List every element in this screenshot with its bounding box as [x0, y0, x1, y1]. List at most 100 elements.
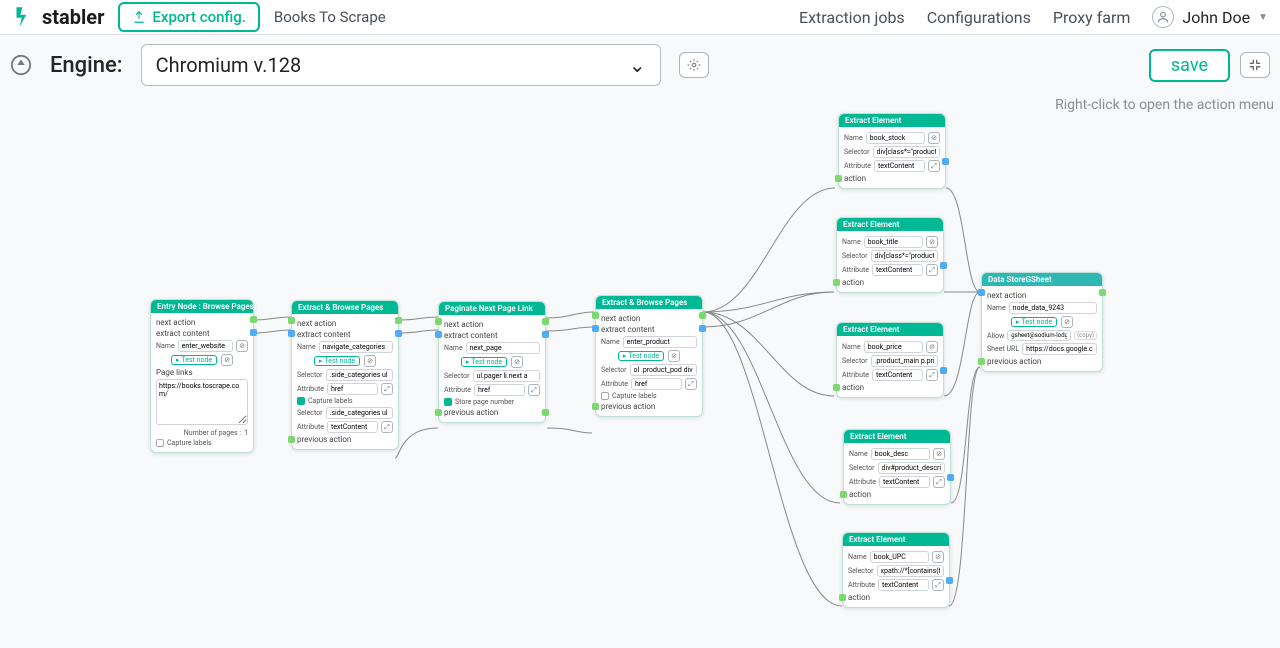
settings-icon[interactable]: ⊘: [511, 356, 523, 368]
expand-icon[interactable]: ⤢: [933, 476, 945, 488]
brand-text: stabler: [42, 5, 104, 29]
store-page-number-checkbox[interactable]: [444, 398, 452, 406]
node-enter-product[interactable]: Extract & Browse Pages next action extra…: [595, 295, 703, 417]
allow-input[interactable]: [1007, 330, 1071, 341]
port-label: previous action: [444, 408, 540, 417]
save-button[interactable]: save: [1149, 49, 1230, 82]
capture-labels-checkbox[interactable]: [297, 397, 305, 405]
expand-icon[interactable]: ⤢: [926, 264, 938, 276]
fullscreen-button[interactable]: [1240, 52, 1270, 78]
clear-icon[interactable]: ⊘: [926, 341, 938, 353]
node-paginate[interactable]: Paginate Next Page Link next action extr…: [438, 301, 546, 423]
node-book-desc[interactable]: Extract Element Name⊘ Selector Attribute…: [843, 429, 951, 505]
attribute-input[interactable]: [874, 160, 925, 172]
clear-icon[interactable]: ⊘: [928, 132, 940, 144]
selector-input[interactable]: [630, 364, 697, 376]
export-config-button[interactable]: Export config.: [118, 2, 259, 32]
field-label: Attribute: [297, 385, 324, 393]
nav-proxy-farm[interactable]: Proxy farm: [1053, 8, 1131, 27]
expand-icon[interactable]: ⤢: [381, 421, 393, 433]
checkbox-label: Store page number: [455, 398, 514, 406]
test-node-button[interactable]: ▸ Test node: [171, 355, 217, 365]
name-input[interactable]: [178, 340, 233, 352]
port-label: previous action: [601, 402, 697, 411]
selector-input[interactable]: [871, 250, 938, 262]
clear-icon[interactable]: ⊘: [236, 340, 248, 352]
name-input[interactable]: [319, 341, 393, 353]
name-input[interactable]: [864, 236, 923, 248]
attribute-input[interactable]: [878, 579, 929, 591]
field-label: Selector: [444, 372, 470, 380]
selector-input[interactable]: [326, 369, 393, 381]
clear-icon[interactable]: ⊘: [926, 236, 938, 248]
selector-input[interactable]: [877, 565, 944, 577]
settings-icon[interactable]: ⊘: [221, 354, 233, 366]
port-label: next action: [444, 320, 540, 329]
attribute-input[interactable]: [327, 421, 378, 433]
node-title: Extract & Browse Pages: [292, 301, 398, 314]
port-label: action: [842, 278, 938, 287]
attribute-input[interactable]: [879, 476, 930, 488]
attribute-input[interactable]: [327, 383, 378, 395]
node-book-price[interactable]: Extract Element Name⊘ Selector Attribute…: [836, 322, 944, 398]
port-label: extract content: [297, 330, 393, 339]
page-links-input[interactable]: [156, 379, 248, 425]
copy-badge[interactable]: (copy): [1074, 331, 1097, 340]
settings-icon[interactable]: ⊘: [1061, 316, 1073, 328]
settings-icon[interactable]: ⊘: [668, 350, 680, 362]
node-book-stock[interactable]: Extract Element Name⊘ Selector Attribute…: [838, 113, 946, 189]
selector-input[interactable]: [878, 462, 945, 474]
field-label: Attribute: [297, 423, 324, 431]
capture-labels-checkbox[interactable]: [601, 392, 609, 400]
attribute-input[interactable]: [474, 384, 525, 396]
nav-configurations[interactable]: Configurations: [927, 8, 1031, 27]
name-input[interactable]: [866, 132, 925, 144]
test-node-button[interactable]: ▸ Test node: [461, 357, 507, 367]
expand-icon[interactable]: ⤢: [528, 384, 540, 396]
node-book-title[interactable]: Extract Element Name⊘ Selector Attribute…: [836, 217, 944, 293]
node-title: Data StoreGSheet: [982, 273, 1102, 286]
attribute-input[interactable]: [872, 264, 923, 276]
node-entry[interactable]: Entry Node : Browse Pages next action ex…: [150, 299, 254, 453]
node-gsheet[interactable]: Data StoreGSheet next action Name ▸ Test…: [981, 272, 1103, 372]
field-label: Name: [987, 304, 1006, 312]
field-label: Name: [842, 238, 861, 246]
attribute-input[interactable]: [872, 369, 923, 381]
expand-icon[interactable]: ⤢: [685, 378, 697, 390]
name-input[interactable]: [466, 342, 540, 354]
sheet-url-input[interactable]: [1022, 343, 1097, 355]
expand-icon[interactable]: ⤢: [926, 369, 938, 381]
nav-extraction-jobs[interactable]: Extraction jobs: [799, 8, 905, 27]
project-link[interactable]: Books To Scrape: [274, 8, 386, 26]
brand-logo[interactable]: stabler: [12, 5, 104, 29]
settings-icon[interactable]: ⊘: [364, 355, 376, 367]
selector-input[interactable]: [873, 146, 940, 158]
test-node-button[interactable]: ▸ Test node: [1011, 317, 1057, 327]
selector-input[interactable]: [473, 370, 540, 382]
upload-icon: [132, 10, 146, 24]
attribute-input[interactable]: [631, 378, 682, 390]
test-node-button[interactable]: ▸ Test node: [314, 356, 360, 366]
expand-icon[interactable]: ⤢: [928, 160, 940, 172]
clear-icon[interactable]: ⊘: [933, 448, 945, 460]
field-label: Attribute: [842, 266, 869, 274]
name-input[interactable]: [870, 551, 929, 563]
node-book-upc[interactable]: Extract Element Name⊘ Selector Attribute…: [842, 532, 950, 608]
engine-select[interactable]: Chromium v.128 ⌄: [141, 44, 661, 86]
node-title: Extract Element: [843, 533, 949, 546]
user-menu[interactable]: John Doe ▼: [1152, 6, 1268, 28]
name-input[interactable]: [871, 448, 930, 460]
name-input[interactable]: [864, 341, 923, 353]
test-node-button[interactable]: ▸ Test node: [618, 351, 664, 361]
clear-icon[interactable]: ⊘: [932, 551, 944, 563]
workflow-canvas[interactable]: Entry Node : Browse Pages next action ex…: [0, 95, 1280, 648]
name-input[interactable]: [623, 336, 697, 348]
expand-icon[interactable]: ⤢: [932, 579, 944, 591]
expand-icon[interactable]: ⤢: [381, 383, 393, 395]
node-navigate-categories[interactable]: Extract & Browse Pages next action extra…: [291, 300, 399, 450]
selector-input[interactable]: [871, 355, 938, 367]
selector-input[interactable]: [326, 407, 393, 419]
name-input[interactable]: [1009, 302, 1097, 314]
capture-labels-checkbox[interactable]: [156, 439, 164, 447]
settings-button[interactable]: [679, 52, 709, 78]
